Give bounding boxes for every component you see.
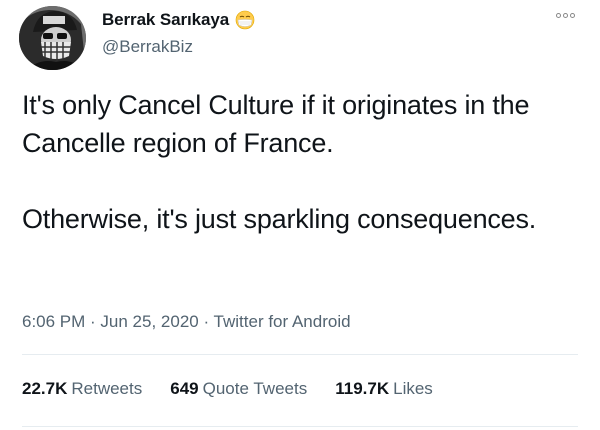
divider [22, 426, 578, 427]
more-options-button[interactable] [553, 8, 577, 22]
avatar[interactable] [19, 6, 86, 70]
separator: · [85, 312, 101, 331]
quote-tweets-stat[interactable]: 649 Quote Tweets [170, 379, 307, 399]
retweets-count: 22.7K [22, 379, 68, 398]
retweets-label: Retweets [71, 379, 143, 398]
tweet-date[interactable]: Jun 25, 2020 [100, 312, 198, 331]
tweet-time[interactable]: 6:06 PM [22, 312, 85, 331]
dot-icon [562, 12, 568, 18]
dot-icon [555, 12, 561, 18]
user-handle[interactable]: @BerrakBiz [102, 37, 193, 57]
separator: · [198, 312, 214, 331]
likes-count: 119.7K [335, 379, 390, 398]
dot-icon [569, 12, 575, 18]
quote-tweets-label: Quote Tweets [202, 379, 308, 398]
tweet-paragraph: It's only Cancel Culture if it originate… [22, 90, 530, 158]
profile-photo-icon [19, 6, 86, 70]
display-name[interactable]: Berrak Sarıkaya [102, 10, 229, 30]
quote-tweets-count: 649 [170, 379, 199, 398]
tweet-paragraph: Otherwise, it's just sparkling consequen… [22, 204, 537, 234]
divider [22, 354, 578, 355]
tweet-text: It's only Cancel Culture if it originate… [22, 86, 582, 238]
tweet-source[interactable]: Twitter for Android [214, 312, 351, 331]
likes-stat[interactable]: 119.7K Likes [335, 379, 433, 399]
tweet-metadata: 6:06 PM · Jun 25, 2020 · Twitter for And… [22, 312, 351, 332]
retweets-stat[interactable]: 22.7K Retweets [22, 379, 142, 399]
engagement-stats: 22.7K Retweets 649 Quote Tweets 119.7K Like… [22, 379, 433, 399]
likes-label: Likes [393, 379, 433, 398]
face-with-medical-mask-icon [235, 10, 255, 30]
author-name-row: Berrak Sarıkaya [102, 10, 255, 30]
